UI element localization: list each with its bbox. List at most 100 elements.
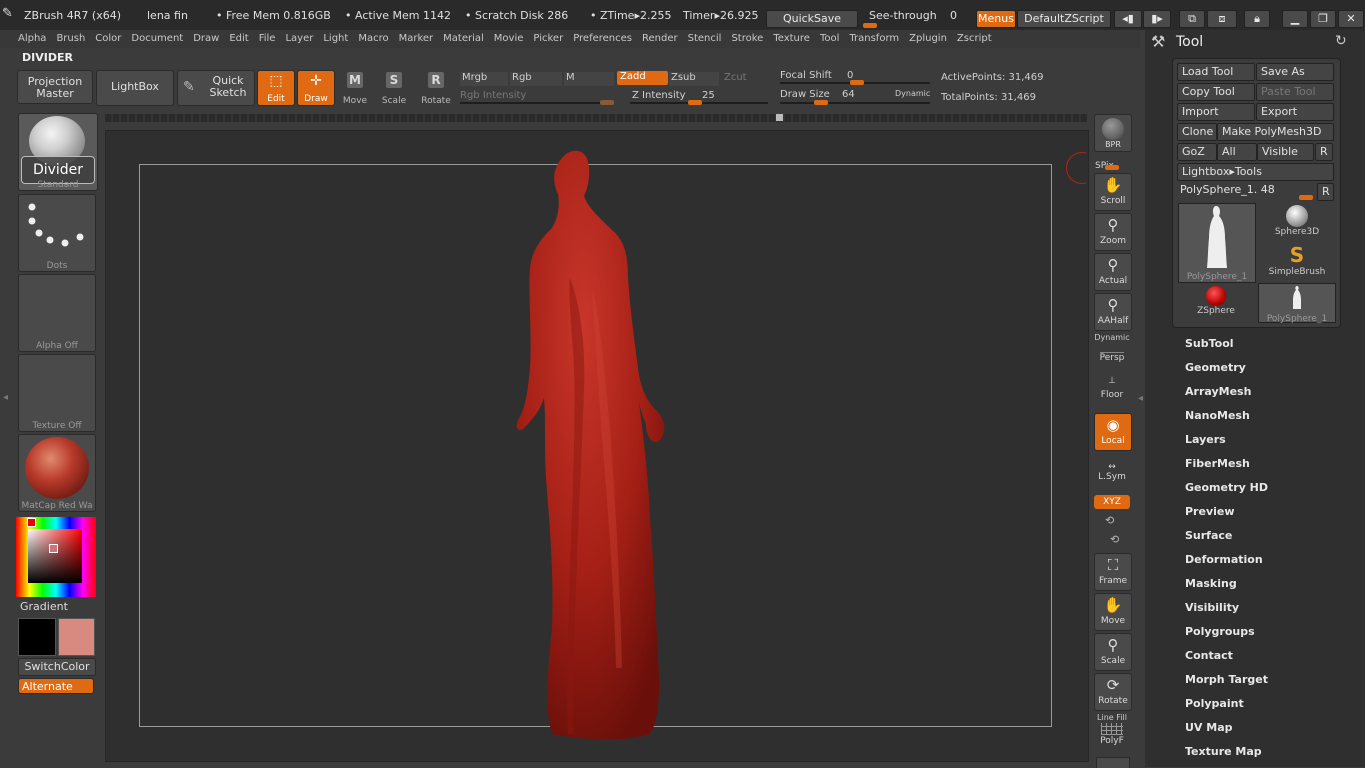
layout-icon[interactable]: ⧉ bbox=[1179, 10, 1205, 28]
make-polymesh-button[interactable]: Make PolyMesh3D bbox=[1217, 123, 1334, 141]
spix-slider[interactable]: SPix bbox=[1095, 153, 1131, 171]
edit-button[interactable]: ⬚ Edit bbox=[257, 70, 295, 106]
menu-preferences[interactable]: Preferences bbox=[568, 30, 637, 48]
draw-button[interactable]: ✛ Draw bbox=[297, 70, 335, 106]
menu-render[interactable]: Render bbox=[637, 30, 683, 48]
goz-r-button[interactable]: R bbox=[1315, 143, 1333, 161]
alpha-thumbnail[interactable]: Alpha Off bbox=[18, 274, 96, 352]
bpr-button[interactable]: BPR bbox=[1094, 114, 1132, 152]
lightbox-tools-button[interactable]: Lightbox▸Tools bbox=[1177, 163, 1334, 181]
floor-button[interactable]: ⊥ Floor bbox=[1094, 372, 1130, 406]
close-icon[interactable]: ✕ bbox=[1338, 10, 1364, 28]
projection-master-button[interactable]: Projection Master bbox=[17, 70, 93, 104]
menu-macro[interactable]: Macro bbox=[353, 30, 393, 48]
color-picker[interactable] bbox=[16, 517, 96, 597]
quick-sketch-button[interactable]: ✎ Quick Sketch bbox=[177, 70, 255, 106]
see-through-slider[interactable]: See-through 0 bbox=[862, 8, 968, 28]
zadd-button[interactable]: Zadd bbox=[617, 71, 668, 85]
actual-button[interactable]: ⚲ Actual bbox=[1094, 253, 1132, 291]
switchcolor-button[interactable]: SwitchColor bbox=[18, 658, 96, 676]
section-deformation[interactable]: Deformation bbox=[1185, 553, 1263, 566]
section-polypaint[interactable]: Polypaint bbox=[1185, 697, 1244, 710]
tool-thumb-sphere3d[interactable]: Sphere3D bbox=[1259, 203, 1335, 241]
palette-right-icon[interactable]: ▮▸ bbox=[1143, 10, 1171, 28]
menu-stencil[interactable]: Stencil bbox=[683, 30, 727, 48]
scale-view-button[interactable]: ⚲ Scale bbox=[1094, 633, 1132, 671]
palette-left-icon[interactable]: ◂▮ bbox=[1114, 10, 1142, 28]
menu-texture[interactable]: Texture bbox=[768, 30, 815, 48]
canvas-strip-handle[interactable] bbox=[776, 114, 783, 121]
tool-thumb-polysphere[interactable]: PolySphere_1 bbox=[1178, 203, 1256, 283]
section-nanomesh[interactable]: NanoMesh bbox=[1185, 409, 1250, 422]
polyf-button[interactable]: Line Fill PolyF bbox=[1094, 713, 1130, 749]
menu-zplugin[interactable]: Zplugin bbox=[904, 30, 952, 48]
menu-transform[interactable]: Transform bbox=[844, 30, 904, 48]
section-arraymesh[interactable]: ArrayMesh bbox=[1185, 385, 1251, 398]
section-layers[interactable]: Layers bbox=[1185, 433, 1226, 446]
save-as-button[interactable]: Save As bbox=[1256, 63, 1334, 81]
menu-movie[interactable]: Movie bbox=[489, 30, 529, 48]
reset-icon[interactable]: ↻ bbox=[1335, 33, 1347, 49]
section-polygroups[interactable]: Polygroups bbox=[1185, 625, 1255, 638]
section-fibermesh[interactable]: FiberMesh bbox=[1185, 457, 1250, 470]
menu-marker[interactable]: Marker bbox=[394, 30, 439, 48]
menus-button[interactable]: Menus bbox=[976, 10, 1016, 28]
copy-tool-button[interactable]: Copy Tool bbox=[1177, 83, 1255, 101]
menu-light[interactable]: Light bbox=[318, 30, 353, 48]
move-button[interactable]: M Move bbox=[337, 70, 373, 106]
zoom-button[interactable]: ⚲ Zoom bbox=[1094, 213, 1132, 251]
scale-button[interactable]: S Scale bbox=[376, 70, 412, 106]
rotate-y-icon[interactable]: ⟲ bbox=[1105, 514, 1114, 527]
goz-all-button[interactable]: All bbox=[1217, 143, 1257, 161]
section-masking[interactable]: Masking bbox=[1185, 577, 1237, 590]
clone-button[interactable]: Clone bbox=[1177, 123, 1217, 141]
texture-thumbnail[interactable]: Texture Off bbox=[18, 354, 96, 432]
section-geometry[interactable]: Geometry bbox=[1185, 361, 1246, 374]
left-collapse-arrow-icon[interactable]: ◂ bbox=[3, 392, 8, 403]
section-uv-map[interactable]: UV Map bbox=[1185, 721, 1233, 734]
load-tool-button[interactable]: Load Tool bbox=[1177, 63, 1255, 81]
tool-palette-title[interactable]: Tool bbox=[1176, 34, 1203, 50]
mrgb-button[interactable]: Mrgb bbox=[460, 72, 508, 86]
main-color-swatch[interactable] bbox=[18, 618, 56, 656]
alternate-button[interactable]: Alternate bbox=[18, 678, 94, 694]
restore-icon[interactable]: ❐ bbox=[1310, 10, 1336, 28]
local-button[interactable]: ◉ Local bbox=[1094, 413, 1132, 451]
menu-material[interactable]: Material bbox=[438, 30, 489, 48]
menu-draw[interactable]: Draw bbox=[188, 30, 224, 48]
section-visibility[interactable]: Visibility bbox=[1185, 601, 1239, 614]
section-texture-map[interactable]: Texture Map bbox=[1185, 745, 1262, 758]
frame-button[interactable]: ⛶ Frame bbox=[1094, 553, 1132, 591]
section-surface[interactable]: Surface bbox=[1185, 529, 1232, 542]
right-collapse-arrow-icon[interactable]: ◂ bbox=[1138, 393, 1143, 404]
menu-picker[interactable]: Picker bbox=[528, 30, 568, 48]
zsub-button[interactable]: Zsub bbox=[669, 72, 719, 86]
menu-stroke[interactable]: Stroke bbox=[726, 30, 768, 48]
tool-thumb-simplebrush[interactable]: S SimpleBrush bbox=[1259, 243, 1335, 281]
sculpted-figure[interactable] bbox=[500, 148, 690, 744]
aahalf-button[interactable]: ⚲ AAHalf bbox=[1094, 293, 1132, 331]
current-tool-r-button[interactable]: R bbox=[1317, 183, 1334, 201]
goz-visible-button[interactable]: Visible bbox=[1257, 143, 1314, 161]
section-morph-target[interactable]: Morph Target bbox=[1185, 673, 1268, 686]
tool-thumb-zsphere[interactable]: ZSphere bbox=[1178, 283, 1254, 321]
section-geometry-hd[interactable]: Geometry HD bbox=[1185, 481, 1268, 494]
menu-alpha[interactable]: Alpha bbox=[13, 30, 51, 48]
goz-button[interactable]: GoZ bbox=[1177, 143, 1217, 161]
dynamic-toggle[interactable]: Dynamic bbox=[895, 89, 930, 98]
draw-size-slider[interactable]: Draw Size 64 Dynamic bbox=[780, 88, 932, 106]
rotate-view-button[interactable]: ⟳ Rotate bbox=[1094, 673, 1132, 711]
quicksave-button[interactable]: QuickSave bbox=[766, 10, 858, 28]
menu-brush[interactable]: Brush bbox=[51, 30, 90, 48]
brush-thumbnail[interactable]: Divider Standard bbox=[18, 113, 98, 191]
layout-save-icon[interactable]: ⧈ bbox=[1207, 10, 1237, 28]
section-contact[interactable]: Contact bbox=[1185, 649, 1233, 662]
section-preview[interactable]: Preview bbox=[1185, 505, 1235, 518]
export-button[interactable]: Export bbox=[1256, 103, 1334, 121]
z-intensity-slider[interactable]: Z Intensity 25 bbox=[630, 90, 770, 106]
xyz-button[interactable]: XYZ bbox=[1094, 495, 1130, 509]
menu-zscript[interactable]: Zscript bbox=[952, 30, 997, 48]
gradient-label[interactable]: Gradient bbox=[20, 600, 68, 613]
menu-file[interactable]: File bbox=[254, 30, 281, 48]
scroll-button[interactable]: ✋ Scroll bbox=[1094, 173, 1132, 211]
